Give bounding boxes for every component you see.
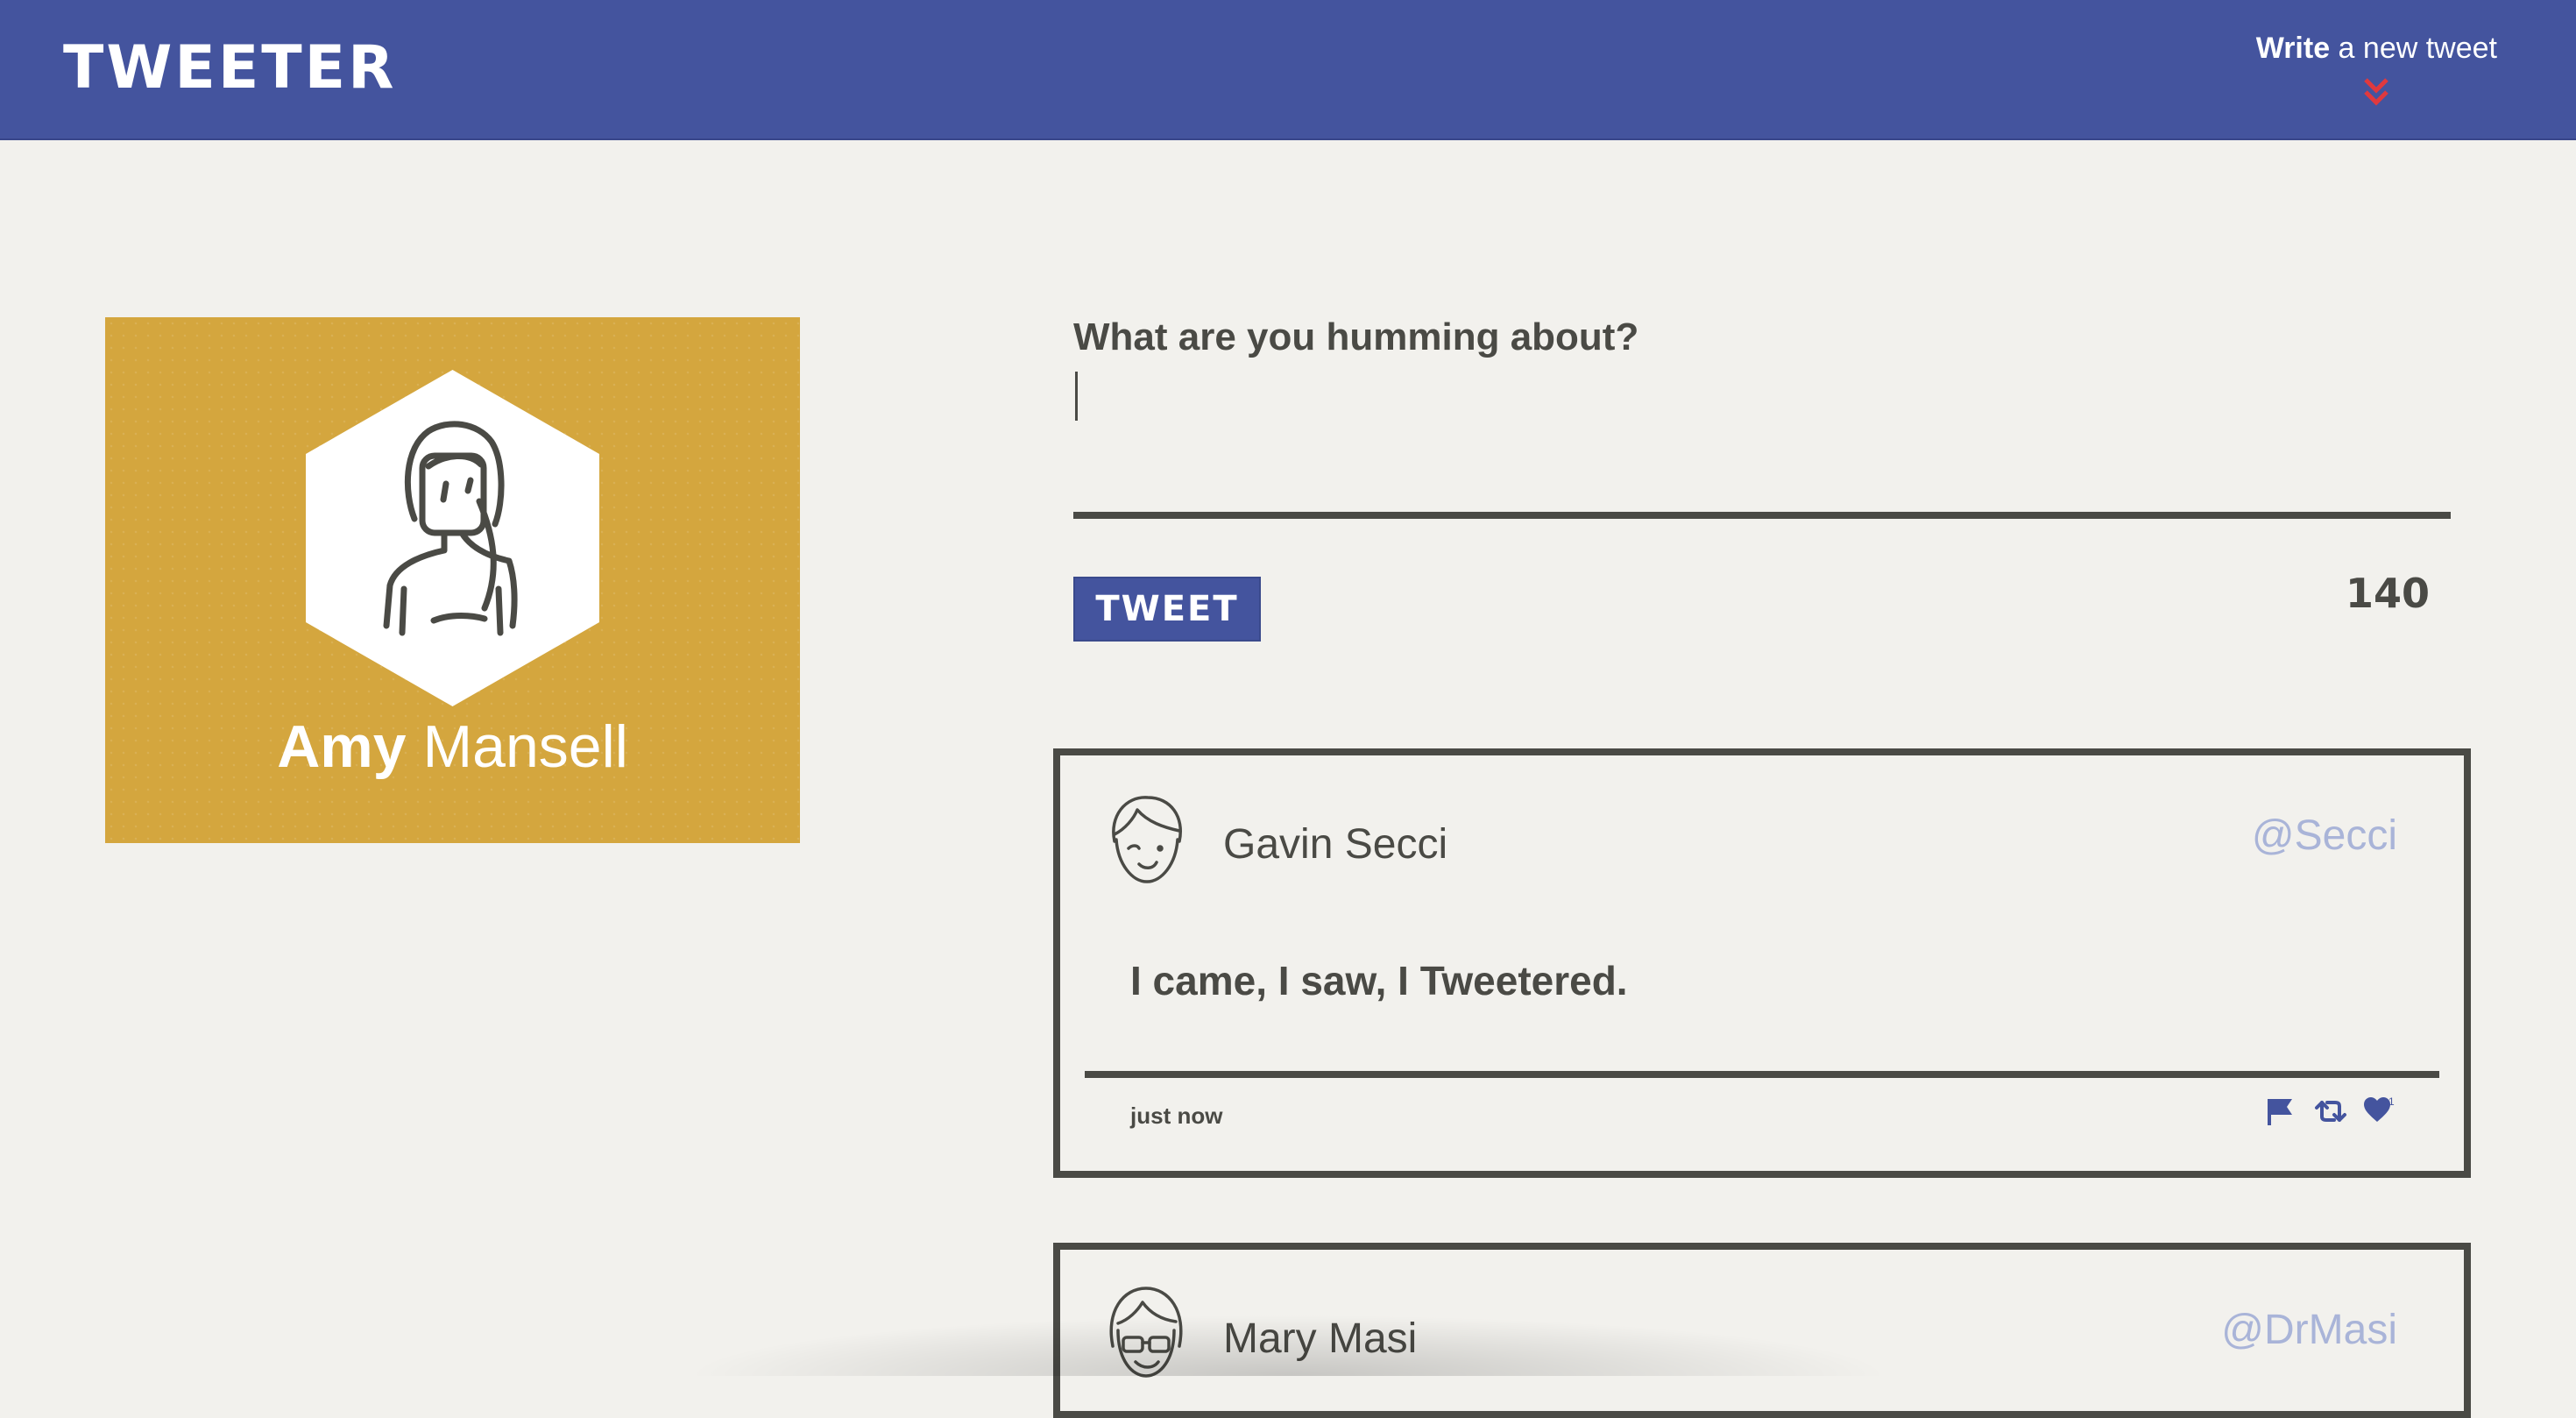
chevron-double-down-icon [2364,78,2389,106]
profile-avatar-icon [306,370,599,706]
heart-icon [2364,1097,2390,1122]
tweet-text-input[interactable] [1073,370,2451,519]
tweet-author-handle[interactable]: @DrMasi [2221,1306,2397,1354]
tweet-author-name[interactable]: Mary Masi [1223,1315,1417,1363]
app-logo[interactable]: TWEETER [63,33,397,103]
composer-label: What are you humming about? [1073,316,1639,358]
tweet-card: Mary Masi @DrMasi [1053,1243,2471,1418]
tweet-actions: 1 [2250,1095,2397,1131]
tweet-author-handle[interactable]: @Secci [2252,812,2397,860]
tweet-timestamp: just now [1130,1102,1223,1129]
tweet-card: Gavin Secci @Secci I came, I saw, I Twee… [1053,748,2471,1178]
retweet-button[interactable] [2313,1095,2348,1131]
like-button[interactable]: 1 [2362,1095,2397,1131]
text-caret [1075,372,1078,421]
profile-first-name: Amy [277,713,407,780]
character-counter: 140 [2345,570,2430,617]
tweet-submit-button[interactable]: TWEET [1073,577,1261,642]
tweet-author-name[interactable]: Gavin Secci [1223,820,1447,869]
top-navbar: TWEETER Write a new tweet [0,0,2576,140]
retweet-icon [2315,1101,2346,1122]
compose-toggle-label: Write a new tweet [2256,32,2497,65]
user-avatar-icon [1112,796,1182,883]
tweet-content: I came, I saw, I Tweetered. [1130,958,1628,1003]
like-count: 1 [2388,1095,2395,1108]
profile-last-name: Mansell [422,713,628,780]
user-avatar-icon [1109,1287,1183,1378]
flag-button[interactable] [2264,1095,2299,1131]
profile-card: Amy Mansell [105,317,800,843]
profile-name: Amy Mansell [105,712,800,782]
write-tweet-toggle[interactable]: Write a new tweet [2256,32,2497,110]
tweet-composer: What are you humming about? TWEET 140 [1073,316,2451,642]
compose-toggle-rest: a new tweet [2330,32,2497,65]
flag-icon [2268,1099,2292,1125]
tweet-divider [1085,1071,2439,1078]
compose-toggle-strong: Write [2255,32,2331,65]
